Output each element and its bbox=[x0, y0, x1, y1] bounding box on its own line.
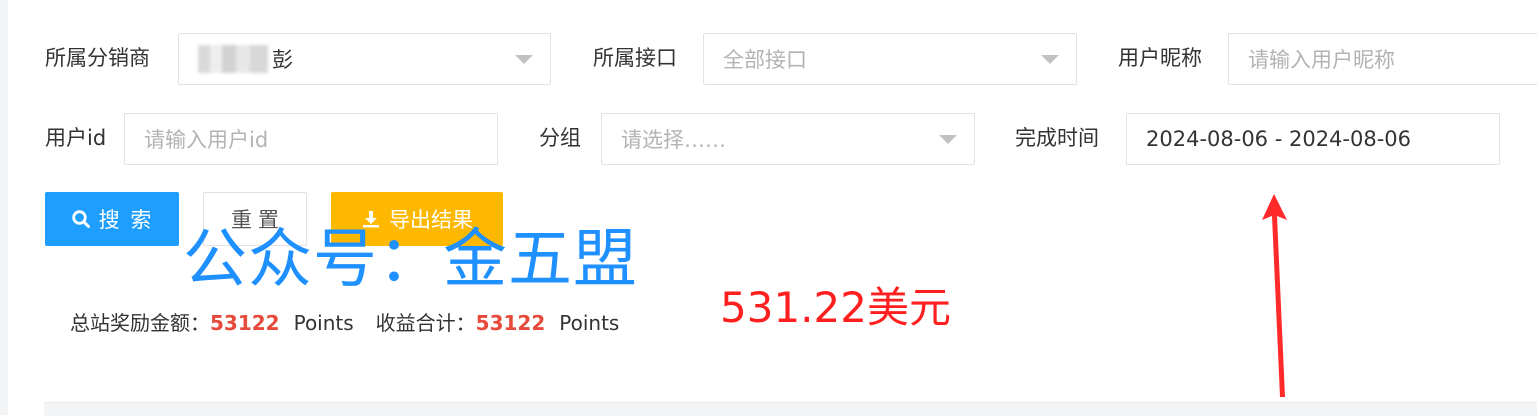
user-id-placeholder: 请输入用户id bbox=[144, 128, 269, 152]
interface-label: 所属接口 bbox=[593, 46, 677, 70]
chevron-down-icon bbox=[1041, 55, 1059, 64]
group-placeholder: 请选择…… bbox=[621, 128, 726, 152]
income-label: 收益合计： bbox=[375, 311, 476, 335]
finish-time-value: 2024-08-06 - 2024-08-06 bbox=[1146, 127, 1412, 151]
nickname-input[interactable]: 请输入用户昵称 bbox=[1228, 33, 1537, 85]
finish-time-label: 完成时间 bbox=[1015, 126, 1099, 150]
distributor-value: 彭 bbox=[272, 48, 293, 72]
total-reward-value: 53122 bbox=[210, 311, 280, 335]
group-label: 分组 bbox=[539, 126, 581, 150]
summary-line: 总站奖励金额：53122 Points 收益合计：53122 Points bbox=[70, 313, 619, 333]
red-arrow-annotation bbox=[1262, 194, 1287, 397]
search-button[interactable]: 搜 索 bbox=[45, 192, 179, 246]
nickname-placeholder: 请输入用户昵称 bbox=[1248, 48, 1395, 72]
table-header-edge bbox=[44, 402, 1537, 416]
group-select[interactable]: 请选择…… bbox=[601, 113, 975, 165]
usd-annotation: 531.22美元 bbox=[720, 283, 951, 332]
nickname-label: 用户昵称 bbox=[1118, 46, 1202, 70]
search-button-label: 搜 索 bbox=[98, 208, 154, 232]
distributor-label: 所属分销商 bbox=[45, 46, 150, 70]
income-value: 53122 bbox=[475, 311, 546, 335]
distributor-select[interactable]: 彭 bbox=[178, 33, 551, 85]
finish-time-range-input[interactable]: 2024-08-06 - 2024-08-06 bbox=[1126, 113, 1500, 165]
income-unit: Points bbox=[559, 311, 620, 335]
interface-placeholder: 全部接口 bbox=[723, 48, 807, 72]
search-icon bbox=[71, 210, 90, 228]
page-left-strip bbox=[0, 0, 8, 415]
user-id-input[interactable]: 请输入用户id bbox=[124, 113, 498, 165]
chevron-down-icon bbox=[939, 135, 957, 144]
user-id-label: 用户id bbox=[45, 126, 107, 150]
redacted-text bbox=[198, 45, 268, 73]
chevron-down-icon bbox=[515, 55, 533, 64]
total-reward-unit: Points bbox=[293, 311, 354, 335]
total-reward-label: 总站奖励金额： bbox=[70, 311, 210, 335]
watermark-text: 公众号：金五盟 bbox=[183, 223, 638, 297]
interface-select[interactable]: 全部接口 bbox=[703, 33, 1077, 85]
